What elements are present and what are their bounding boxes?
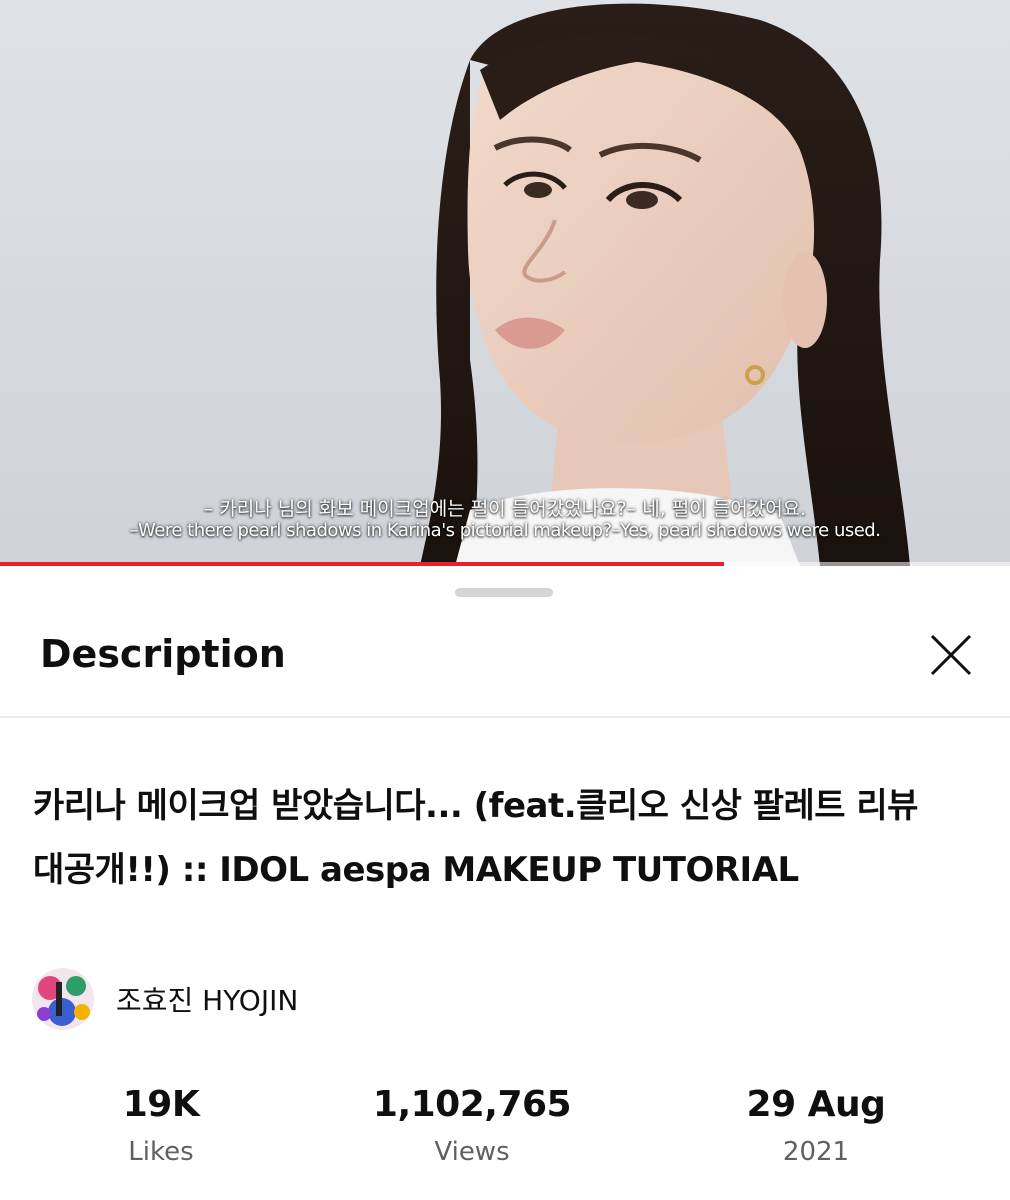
channel-name[interactable]: 조효진 HYOJIN [116, 979, 298, 1019]
close-icon [930, 634, 972, 676]
upload-year: 2021 [782, 1137, 850, 1167]
channel-row[interactable]: 조효진 HYOJIN [32, 966, 298, 1032]
views-label: Views [434, 1137, 510, 1167]
sheet-title: Description [40, 632, 286, 676]
likes-label: Likes [128, 1137, 194, 1167]
upload-date: 29 Aug [746, 1084, 886, 1125]
likes-count: 19K [122, 1084, 200, 1125]
video-player[interactable]: – 카리나 님의 화보 메이크업에는 펄이 들어갔었나요?– 네, 펄이 들어갔… [0, 0, 1010, 566]
video-frame-image [420, 3, 910, 566]
video-title: 카리나 메이크업 받았습니다... (feat.클리오 신상 팔레트 리뷰 대공… [33, 786, 918, 890]
stat-views: 1,102,765 Views [342, 1084, 602, 1167]
channel-avatar[interactable] [32, 968, 94, 1030]
subtitle-korean: – 카리나 님의 화보 메이크업에는 펄이 들어갔었나요?– 네, 펄이 들어갔… [203, 498, 807, 520]
views-count: 1,102,765 [372, 1084, 572, 1125]
subtitle-english: –Were there pearl shadows in Karina's pi… [129, 520, 881, 541]
description-sheet: Description 카리나 메이크업 받았습니다... (feat.클리오 … [0, 566, 1010, 1200]
close-button[interactable] [922, 626, 980, 684]
stat-date: 29 Aug 2021 [686, 1084, 946, 1167]
divider [0, 716, 1010, 718]
drag-handle[interactable] [455, 588, 553, 597]
stat-likes: 19K Likes [31, 1084, 291, 1167]
